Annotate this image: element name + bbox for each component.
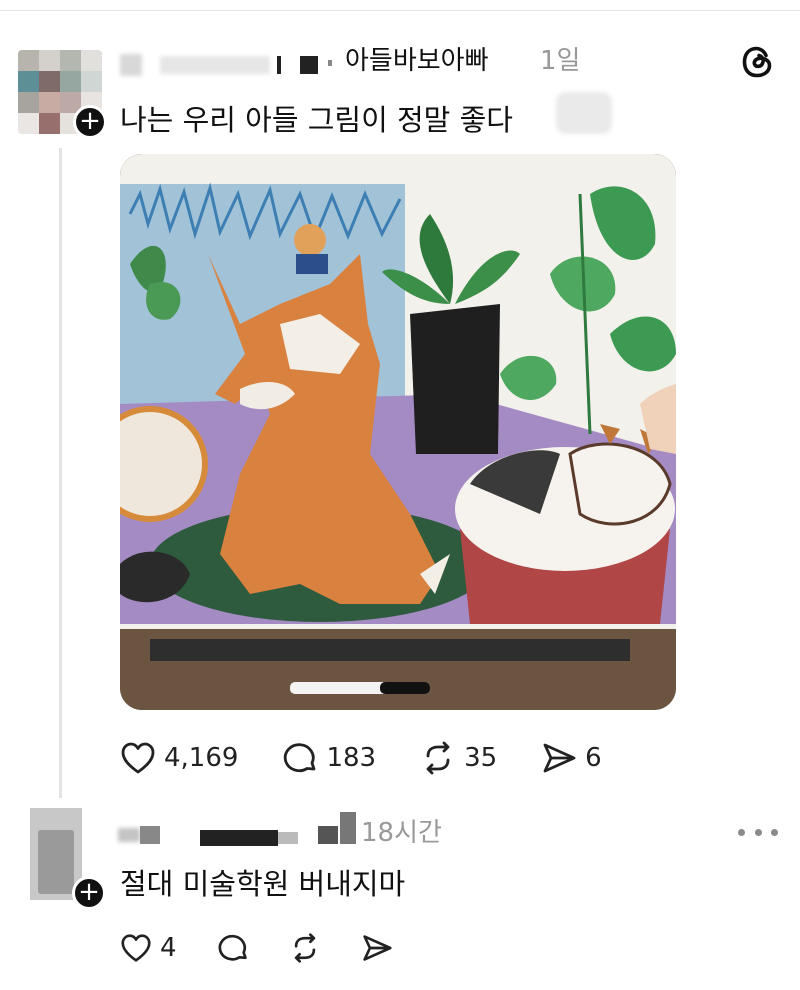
- more-dots-icon[interactable]: [738, 826, 778, 838]
- censored-username-block: [160, 56, 270, 74]
- censored-username-block: [277, 56, 281, 74]
- censored-username-block: [340, 812, 356, 844]
- repost-button[interactable]: 35: [420, 740, 497, 776]
- comment-bubble-icon: [284, 743, 316, 773]
- repost-count: 35: [464, 743, 498, 773]
- censored-username-block: [120, 54, 142, 76]
- like-button[interactable]: 4,169: [120, 741, 238, 775]
- share-count: 6: [585, 743, 602, 773]
- reply-avatar-blur: [38, 830, 74, 894]
- drawing-illustration: [120, 154, 676, 710]
- threads-logo-icon[interactable]: [740, 44, 776, 80]
- censored-username-block: [118, 828, 140, 842]
- author-username[interactable]: 아들바보아빠: [345, 44, 489, 78]
- reply-like-count: 4: [160, 933, 177, 963]
- share-button[interactable]: 6: [541, 741, 602, 775]
- heart-icon: [121, 934, 151, 962]
- comment-bubble-icon: [218, 934, 247, 961]
- censored-emoji: [556, 92, 612, 134]
- post-action-bar: 4,169 183 35 6: [120, 736, 646, 780]
- reply-text: 절대 미술학원 버내지마: [120, 867, 406, 901]
- post-image[interactable]: [120, 154, 676, 710]
- reply-share-button[interactable]: [361, 933, 393, 963]
- reply-timestamp: 18시간: [361, 818, 442, 848]
- send-icon: [362, 935, 392, 961]
- comment-count: 183: [326, 743, 377, 773]
- censored-username-block: [200, 830, 278, 846]
- reply-action-bar: 4: [120, 928, 433, 968]
- follow-plus-icon[interactable]: +: [73, 105, 107, 139]
- censored-username-block: [300, 56, 318, 74]
- post-timestamp: 1일: [540, 46, 581, 76]
- censored-username-block: [328, 60, 332, 66]
- reply-comment-button[interactable]: [217, 932, 249, 964]
- post-text: 나는 우리 아들 그림이 정말 좋다: [120, 103, 513, 137]
- censored-username-block: [278, 832, 298, 844]
- heart-icon: [121, 742, 155, 774]
- author-avatar[interactable]: +: [18, 50, 107, 139]
- comment-button[interactable]: 183: [282, 740, 376, 776]
- censored-username-block: [318, 826, 338, 844]
- reply-like-button[interactable]: 4: [120, 933, 177, 963]
- like-count: 4,169: [164, 743, 239, 773]
- top-divider: [0, 10, 800, 11]
- repost-arrows-icon: [294, 933, 315, 963]
- reply-repost-button[interactable]: [289, 932, 321, 964]
- send-icon: [543, 743, 576, 773]
- follow-plus-icon[interactable]: +: [72, 876, 106, 910]
- repost-arrows-icon: [426, 741, 450, 775]
- thread-line: [59, 148, 62, 798]
- censored-username-block: [140, 826, 160, 844]
